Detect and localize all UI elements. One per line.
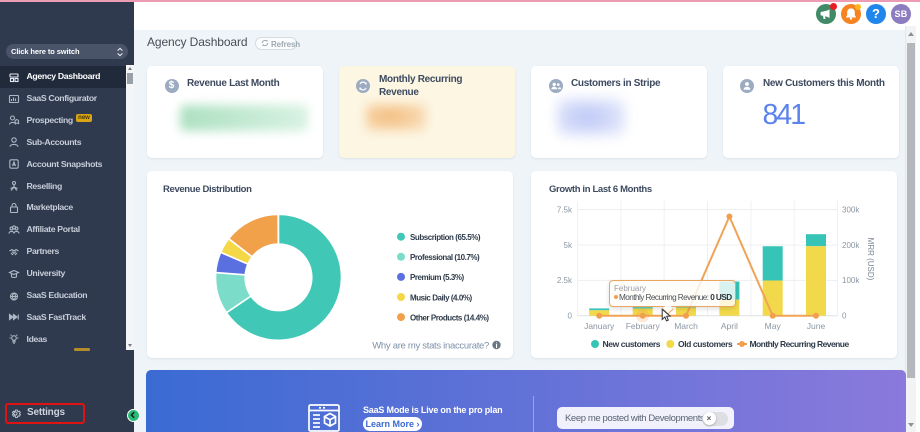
svg-text:Why are my stats inaccurate?: Why are my stats inaccurate? [372, 341, 489, 352]
svg-text:5k: 5k [564, 241, 573, 250]
svg-text:100k: 100k [842, 276, 860, 285]
svg-text:Subscription (65.5%): Subscription (65.5%) [410, 233, 481, 242]
svg-text:Monthly Recurring Revenue: Monthly Recurring Revenue [750, 339, 850, 349]
svg-text:April: April [721, 321, 738, 331]
svg-text:March: March [674, 321, 698, 331]
svg-text:7.5k: 7.5k [557, 205, 573, 214]
svg-text:Professional (10.7%): Professional (10.7%) [410, 253, 480, 262]
svg-text:0: 0 [568, 312, 573, 321]
svg-text:January: January [584, 321, 615, 331]
svg-text:February: February [626, 321, 661, 331]
svg-text:2.5k: 2.5k [557, 276, 573, 285]
svg-text:Other Products (14.4%): Other Products (14.4%) [410, 313, 489, 322]
svg-text:300k: 300k [842, 205, 860, 214]
svg-text:May: May [765, 321, 782, 331]
svg-text:0: 0 [842, 312, 847, 321]
svg-text:Old customers: Old customers [678, 339, 733, 349]
svg-text:June: June [807, 321, 826, 331]
svg-text:200k: 200k [842, 241, 860, 250]
svg-text:MRR (USD): MRR (USD) [866, 238, 875, 281]
svg-text:Premium (5.3%): Premium (5.3%) [410, 273, 465, 282]
svg-text:Music Daily (4.0%): Music Daily (4.0%) [410, 293, 472, 302]
svg-text:i: i [495, 341, 497, 350]
svg-text:New customers: New customers [603, 339, 661, 349]
